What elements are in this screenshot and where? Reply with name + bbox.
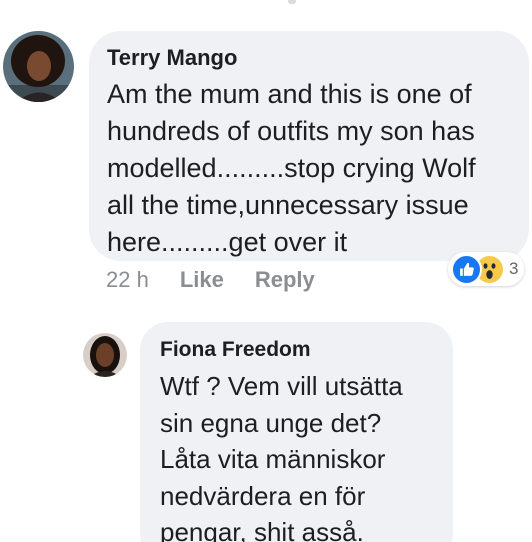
- comment-author[interactable]: Fiona Freedom: [160, 337, 435, 363]
- comment-text-line: pengar, shit asså.: [160, 517, 364, 542]
- avatar[interactable]: [83, 333, 127, 377]
- comment-bubble: Terry Mango Am the mum and this is one o…: [89, 31, 529, 261]
- comment-timestamp[interactable]: 22 h: [106, 267, 149, 293]
- reply-button[interactable]: Reply: [255, 267, 315, 293]
- comment-text-line: here.........get over it: [107, 227, 348, 257]
- comment-text-line: sin egna unge det?: [160, 407, 382, 438]
- like-icon: [451, 253, 482, 285]
- comment-thread: Terry Mango Am the mum and this is one o…: [0, 0, 532, 542]
- reaction-summary[interactable]: 3: [448, 252, 525, 286]
- comment-actions: 22 h Like Reply: [106, 265, 346, 295]
- comment-author[interactable]: Terry Mango: [107, 45, 509, 71]
- comment-text-line: Am the mum and this is one of: [107, 79, 472, 109]
- like-button[interactable]: Like: [180, 267, 224, 293]
- comment-text-line: Wtf ? Vem vill utsätta: [160, 371, 403, 401]
- comment-text-line: hundreds of outfits my son has: [107, 116, 475, 146]
- reaction-count: 3: [509, 259, 519, 278]
- comment-text-line: modelled.........stop crying Wolf: [107, 153, 476, 183]
- comment-text-line: Låta vita människor: [160, 444, 386, 474]
- avatar[interactable]: [3, 31, 74, 102]
- profile-photo: [3, 31, 74, 102]
- comment-text-line: nedvärdera en för: [160, 480, 366, 511]
- profile-photo: [83, 333, 127, 377]
- comment-text-line: all the time,unnecessary issue: [107, 190, 469, 220]
- comment-bubble: Fiona Freedom Wtf ? Vem vill utsätta sin…: [140, 322, 453, 542]
- ui-fragment: [288, 0, 296, 4]
